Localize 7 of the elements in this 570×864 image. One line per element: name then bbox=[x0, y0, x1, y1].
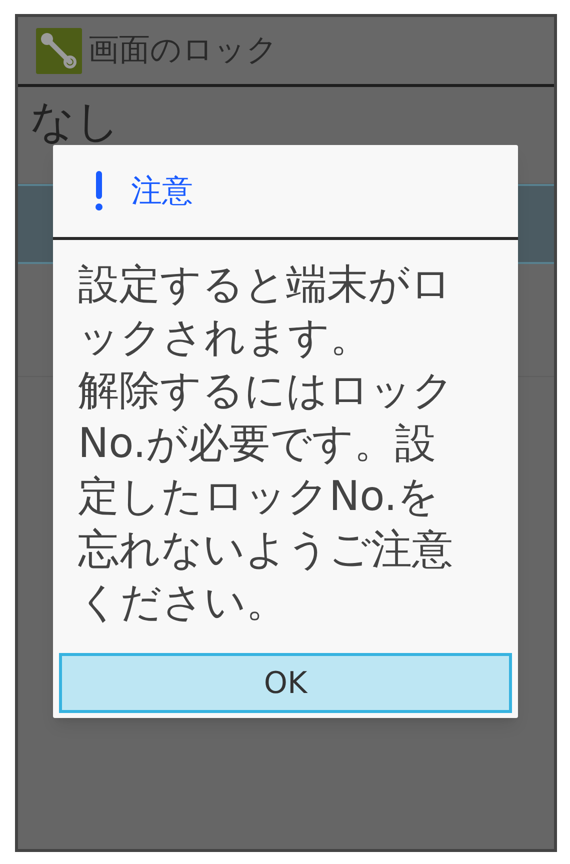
ok-button[interactable]: OK bbox=[59, 653, 512, 713]
screen-title: 画面のロック bbox=[88, 31, 278, 70]
wrench-icon bbox=[36, 28, 82, 74]
dialog-message: 解除するにはロックNo.が必要です。設定したロックNo.を忘れないようご注意ください。 bbox=[78, 365, 455, 628]
exclamation-icon bbox=[95, 171, 103, 211]
list-item-label: なし bbox=[30, 98, 120, 146]
dialog-message: 設定すると端末がロックされます。 bbox=[78, 259, 453, 363]
